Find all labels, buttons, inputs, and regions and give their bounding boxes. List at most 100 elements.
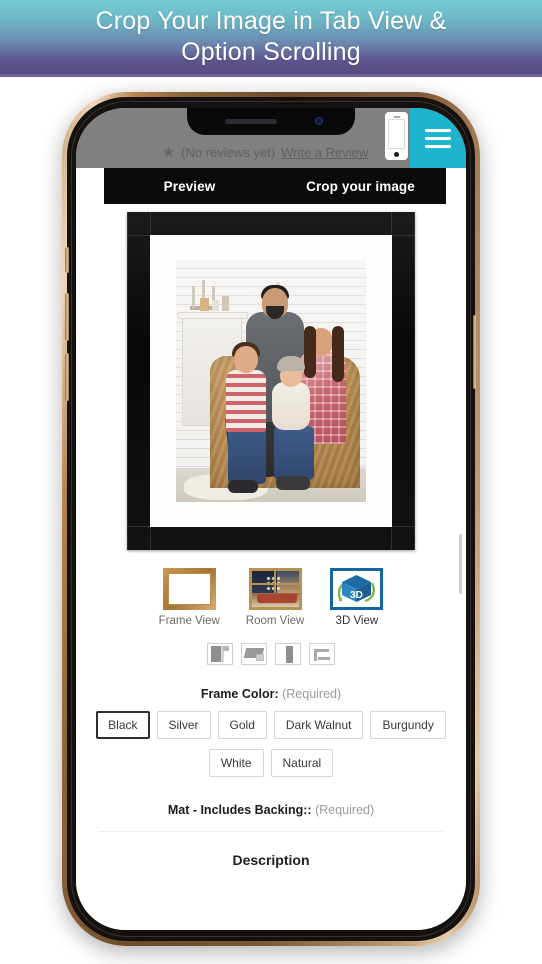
profile-shape-accent	[256, 654, 264, 661]
description-heading: Description	[232, 852, 310, 868]
view-option-frame-view[interactable]: Frame View	[159, 568, 220, 627]
photo-boy-stripes	[226, 370, 266, 432]
photo-boy-shoes	[228, 480, 258, 493]
hamburger-bar-3	[425, 144, 451, 148]
banner-title: Crop Your Image in Tab View & Option Scr…	[96, 6, 447, 70]
photo-jar-3	[222, 296, 229, 311]
photo-boy-body	[226, 370, 266, 432]
frame-miter-line-1	[150, 212, 151, 235]
option-title-text: Frame Color:	[200, 687, 279, 701]
frame-color-option-dark-walnut[interactable]: Dark Walnut	[273, 711, 364, 739]
phone-icon-earpiece	[393, 116, 400, 118]
banner-underline	[0, 74, 542, 77]
phone-volume-down-button[interactable]	[65, 353, 69, 401]
front-camera-icon	[315, 117, 323, 125]
phone-power-button[interactable]	[473, 315, 477, 389]
frame-color-option-silver[interactable]: Silver	[156, 711, 211, 739]
room-icon-mullion-h	[251, 583, 299, 586]
frame-view-icon	[162, 568, 216, 610]
svg-text:3D: 3D	[350, 590, 363, 601]
view-option-label: Frame View	[158, 615, 220, 627]
frame-miter-line-3	[150, 527, 151, 550]
option-group-mat: Mat - Includes Backing:: (Required)	[76, 803, 466, 832]
frame-miter-line-2	[391, 212, 392, 235]
room-view-icon	[248, 568, 302, 610]
product-options-scroll-area[interactable]: Frame View Room View 3D 3D View Frame Co…	[76, 204, 466, 930]
photo-jar-1	[200, 298, 209, 311]
frame-edge-bottom	[127, 526, 415, 527]
room-icon-sofa	[256, 594, 297, 603]
frame-color-option-gold[interactable]: Gold	[217, 711, 267, 739]
frame-profile-angled-icon[interactable]	[241, 643, 267, 665]
phone-icon-home-button	[394, 152, 399, 157]
phone-notch	[187, 108, 355, 135]
option-title: Mat - Includes Backing:: (Required)	[92, 803, 450, 817]
frame-color-option-black[interactable]: Black	[96, 711, 150, 739]
mobile-phone-icon	[385, 112, 408, 160]
photo-candle-1	[192, 286, 195, 308]
profile-shape-accent	[223, 646, 229, 651]
family-portrait-photo	[176, 260, 366, 502]
view-option-label: 3D View	[335, 615, 379, 627]
room-icon-sky-right	[276, 571, 299, 594]
frame-color-option-burgundy[interactable]: Burgundy	[370, 711, 446, 739]
photo-baby-shoes	[276, 476, 310, 490]
option-required-label: (Required)	[315, 803, 375, 817]
view-option-label: Room View	[245, 615, 305, 627]
tab-crop-your-image[interactable]: Crop your image	[275, 179, 446, 194]
frame-mat	[150, 235, 392, 527]
hamburger-bar-2	[425, 136, 451, 140]
frame-color-choices-row-1: Black Silver Gold Dark Walnut Burgundy	[92, 711, 450, 739]
3d-view-icon: 3D	[330, 568, 384, 610]
tab-bar: Preview Crop your image	[104, 168, 446, 204]
picture-frame	[127, 212, 415, 550]
option-title: Frame Color: (Required)	[92, 687, 450, 701]
content-scrollbar[interactable]	[459, 534, 462, 594]
room-icon-mullion-v	[274, 571, 277, 594]
photo-mantel	[178, 312, 248, 319]
frame-profile-corner-icon[interactable]	[207, 643, 233, 665]
option-required-label: (Required)	[282, 687, 342, 701]
3d-cube-svg: 3D	[338, 575, 376, 603]
banner-title-line2: Option Scrolling	[181, 38, 361, 66]
phone-mute-switch[interactable]	[65, 247, 69, 273]
banner-title-line1: Crop Your Image in Tab View &	[95, 7, 447, 35]
page-banner: Crop Your Image in Tab View & Option Scr…	[0, 0, 542, 76]
photo-jar-2	[212, 300, 219, 311]
earpiece-speaker-icon	[225, 119, 277, 124]
frame-miter-line-4	[391, 527, 392, 550]
option-group-frame-color: Frame Color: (Required) Black Silver Gol…	[76, 687, 466, 777]
frame-profile-vertical-icon[interactable]	[275, 643, 301, 665]
frame-profile-outline-icon[interactable]	[309, 643, 335, 665]
phone-volume-up-button[interactable]	[65, 293, 69, 341]
phone-screen: ★ (No reviews yet) Write a Review Previe…	[76, 108, 466, 930]
view-options-row: Frame View Room View 3D 3D View	[76, 568, 466, 627]
photo-boy-legs	[228, 428, 266, 484]
hamburger-bar-1	[425, 128, 451, 132]
frame-edge-top	[127, 235, 415, 236]
section-divider	[98, 831, 444, 832]
photo-mother-hair-left	[304, 326, 316, 378]
review-summary: ★ (No reviews yet) Write a Review	[162, 145, 381, 168]
frame-profile-thumbnails	[76, 643, 466, 665]
frame-color-option-natural[interactable]: Natural	[270, 749, 334, 777]
phone-body: ★ (No reviews yet) Write a Review Previe…	[65, 97, 477, 941]
view-option-room-view[interactable]: Room View	[245, 568, 305, 627]
view-option-3d-view[interactable]: 3D 3D View	[330, 568, 384, 627]
artwork-preview	[76, 212, 466, 550]
phone-icon-screen	[388, 119, 405, 149]
phone-mockup: ★ (No reviews yet) Write a Review Previe…	[62, 92, 480, 946]
profile-shape-b	[314, 649, 329, 652]
option-title-text: Mat - Includes Backing::	[167, 803, 312, 817]
photo-baby-body	[272, 382, 310, 430]
frame-color-choices-row-2: White Natural	[92, 749, 450, 777]
photo-baby-hat	[277, 356, 305, 371]
tab-preview[interactable]: Preview	[104, 179, 275, 194]
frame-color-option-white[interactable]: White	[208, 749, 264, 777]
photo-baby-legs	[274, 426, 314, 480]
photo-boy-head	[234, 346, 258, 373]
profile-shape	[286, 646, 293, 663]
profile-shape-c	[318, 657, 330, 660]
photo-mother-hair-right	[332, 326, 344, 382]
write-review-link[interactable]: Write a Review	[281, 145, 368, 160]
